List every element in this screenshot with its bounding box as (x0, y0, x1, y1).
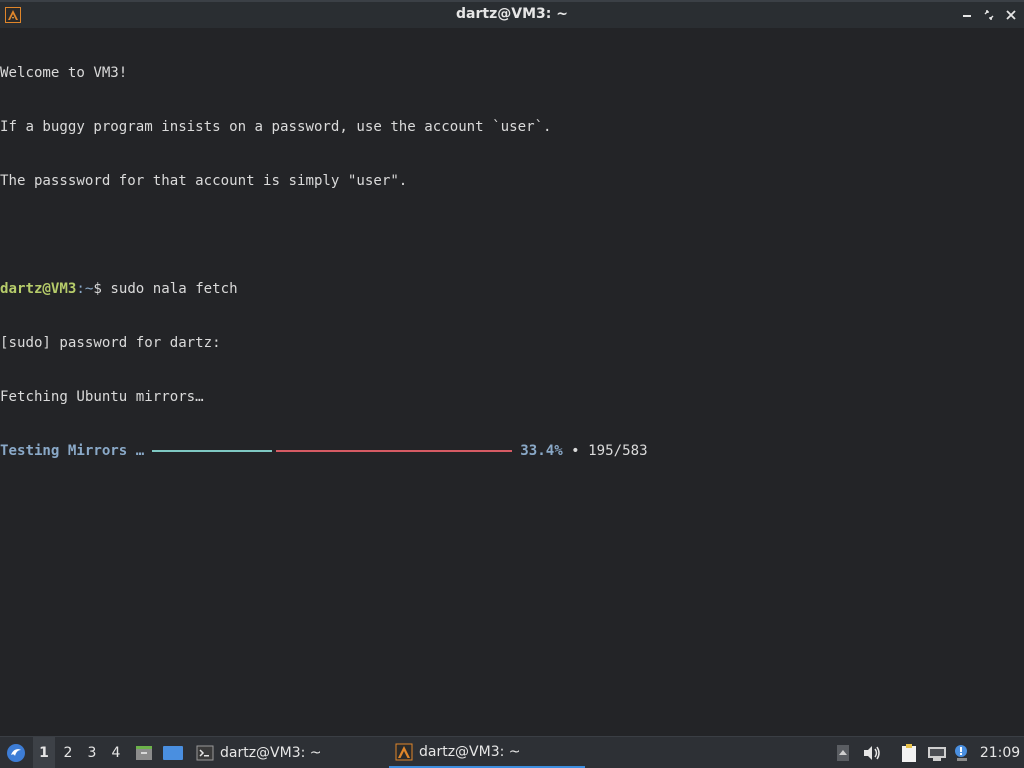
workspace-2[interactable]: 2 (57, 737, 79, 768)
volume-button[interactable] (861, 737, 883, 768)
terminal-line: [sudo] password for dartz: (0, 335, 221, 351)
progress-bar-remaining (276, 450, 513, 452)
progress-percent: 33.4% (520, 443, 563, 459)
close-button[interactable] (1004, 8, 1018, 22)
minimize-button[interactable] (960, 8, 974, 22)
file-manager-icon (136, 745, 152, 760)
progress-bar-done (152, 450, 273, 452)
restore-icon (984, 10, 994, 20)
minimize-icon (963, 15, 971, 17)
application-menu-button[interactable] (4, 737, 28, 768)
lxqt-menu-icon (7, 743, 25, 762)
clipboard-icon (902, 743, 916, 762)
file-manager-launcher[interactable] (133, 737, 155, 768)
network-icon (928, 746, 946, 761)
tray-expand-button[interactable] (835, 737, 851, 768)
prompt-symbol: $ (93, 281, 111, 297)
workspace-1[interactable]: 1 (33, 737, 55, 768)
workspace-4[interactable]: 4 (105, 737, 127, 768)
progress-bar (152, 442, 513, 460)
task-terminal[interactable]: dartz@VM3: ~ (190, 737, 388, 768)
command-text: sudo nala fetch (110, 281, 238, 297)
command-line: dartz@VM3:~$ sudo nala fetch (0, 280, 1024, 298)
task-label: dartz@VM3: ~ (419, 743, 521, 760)
task-label: dartz@VM3: ~ (220, 744, 322, 761)
volume-icon (864, 745, 880, 760)
window-title: dartz@VM3: ~ (456, 6, 568, 22)
clock[interactable]: 21:09 (980, 737, 1020, 768)
terminal-line: Welcome to VM3! (0, 65, 128, 81)
terminal-icon (196, 745, 214, 760)
progress-count: 195/583 (588, 443, 648, 459)
window-titlebar[interactable]: dartz@VM3: ~ (0, 0, 1024, 28)
terminal-line: Fetching Ubuntu mirrors… (0, 389, 204, 405)
prompt-path: :~ (76, 281, 94, 297)
network-button[interactable] (926, 737, 948, 768)
close-icon (1006, 10, 1016, 20)
clipboard-button[interactable] (898, 737, 920, 768)
terminal-line: The passsword for that account is simply… (0, 173, 408, 189)
workspace-3[interactable]: 3 (81, 737, 103, 768)
progress-separator: • (562, 443, 589, 459)
alacritty-icon (395, 743, 413, 760)
info-icon (955, 744, 967, 761)
show-desktop-button[interactable] (161, 737, 185, 768)
terminal-output[interactable]: Welcome to VM3! If a buggy program insis… (0, 28, 1024, 736)
task-alacritty[interactable]: dartz@VM3: ~ (389, 737, 585, 768)
progress-line: Testing Mirrors … 33.4% • 195/583 (0, 442, 1024, 460)
terminal-line: If a buggy program insists on a password… (0, 119, 552, 135)
terminal-window: dartz@VM3: ~ Welcome to VM3! If a buggy … (0, 0, 1024, 736)
desktop-icon (163, 745, 183, 760)
maximize-button[interactable] (982, 8, 996, 22)
chevron-up-icon (837, 744, 849, 761)
prompt-user: dartz@VM3 (0, 281, 77, 297)
progress-label: Testing Mirrors … (0, 443, 145, 459)
taskbar: 1 2 3 4 dartz@VM3: ~ dartz@VM3: ~ 21:09 (0, 736, 1024, 768)
update-notifier-button[interactable] (952, 737, 972, 768)
